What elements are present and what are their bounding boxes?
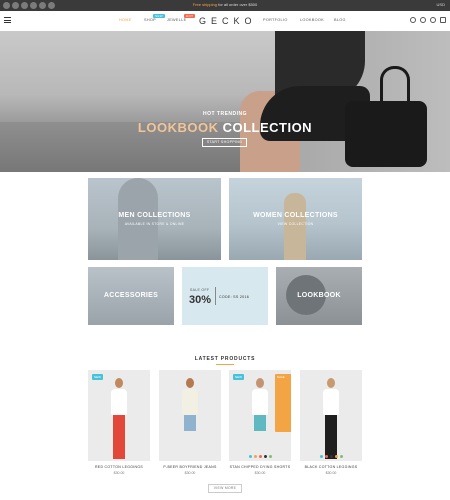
- color-swatch[interactable]: [258, 455, 262, 458]
- promo-text: Free shipping for all order over $500: [0, 2, 450, 7]
- product-name[interactable]: P-BEER BOYFRIEND JEANS: [159, 465, 221, 469]
- nav-portfolio-label: PORTFOLIO: [263, 18, 288, 22]
- product-card[interactable]: NEW SALE: [229, 370, 291, 461]
- color-swatch[interactable]: [334, 455, 338, 458]
- site-logo[interactable]: GECKO: [199, 16, 257, 26]
- nav-lookbook-label: LOOKBOOK: [300, 18, 324, 22]
- color-swatch[interactable]: [253, 455, 257, 458]
- accessories-title: ACCESSORIES: [103, 292, 159, 299]
- product-price: $30.00: [254, 471, 266, 475]
- header-icons: [410, 17, 446, 23]
- hero-title: LOOKBOOK COLLECTION: [0, 120, 450, 135]
- currency-selector[interactable]: USD: [437, 2, 445, 7]
- top-bar: Free shipping for all order over $500 US…: [0, 0, 450, 11]
- site-header: HOME SHOP NEW JEWELLE HOT GECKO PORTFOLIO …: [0, 11, 450, 31]
- women-collections-subtitle: VIEW COLLECTION: [277, 222, 314, 226]
- nav-shop[interactable]: SHOP NEW: [144, 14, 165, 22]
- promo-highlight: Free shipping: [192, 2, 217, 7]
- nav-blog-label: BLOG: [334, 18, 346, 22]
- product-card[interactable]: NEW: [88, 370, 150, 461]
- product-image: [108, 378, 130, 461]
- color-swatch[interactable]: [268, 455, 272, 458]
- nav-shop-label: SHOP: [144, 18, 156, 22]
- view-more-button[interactable]: VIEW MORE: [208, 484, 242, 493]
- hero-bag-strap: [380, 66, 410, 106]
- search-icon[interactable]: [410, 17, 416, 23]
- hot-badge: HOT: [184, 14, 196, 18]
- new-badge: NEW: [233, 374, 244, 380]
- lookbook-title: LOOKBOOK: [297, 292, 341, 299]
- product-image: [249, 378, 271, 461]
- cart-icon[interactable]: [440, 17, 446, 23]
- product-image: [179, 378, 201, 461]
- user-icon[interactable]: [420, 17, 426, 23]
- product-name[interactable]: BLACK COTTON LEGGINGS: [300, 465, 362, 469]
- latest-products-title: LATEST PRODUCTS: [194, 356, 256, 362]
- color-swatch[interactable]: [324, 455, 328, 458]
- color-swatch[interactable]: [263, 455, 267, 458]
- promo-suffix: for all order over $500: [217, 2, 258, 7]
- hero-banner: HOT TRENDING LOOKBOOK COLLECTION START S…: [0, 31, 450, 172]
- hero-title-rest: COLLECTION: [218, 120, 313, 135]
- accessories-tile[interactable]: ACCESSORIES: [88, 267, 174, 325]
- men-collections-tile[interactable]: MEN COLLECTIONS AVAILABLE IN STORE & ONL…: [88, 178, 221, 260]
- product-name[interactable]: RED COTTON LEGGINGS: [88, 465, 150, 469]
- sale-divider: [215, 287, 216, 305]
- product-name[interactable]: STAN CHIPPED DYING SHORTS: [229, 465, 291, 469]
- sale-percent: 30%: [189, 294, 212, 306]
- women-model-image: [284, 193, 306, 260]
- product-price: $30.00: [113, 471, 125, 475]
- women-collections-tile[interactable]: WOMEN COLLECTIONS VIEW COLLECTION: [229, 178, 362, 260]
- color-swatch[interactable]: [248, 455, 252, 458]
- nav-jewelle[interactable]: JEWELLE HOT: [167, 14, 196, 22]
- hero-subtitle: HOT TRENDING: [202, 111, 248, 117]
- hero-title-accent: LOOKBOOK: [137, 120, 219, 135]
- section-underline: [216, 364, 234, 365]
- nav-blog[interactable]: BLOG: [334, 18, 346, 22]
- sale-code: CODE: SS 2016: [219, 295, 250, 299]
- lookbook-tile[interactable]: LOOKBOOK: [276, 267, 362, 325]
- men-collections-title: MEN COLLECTIONS: [118, 212, 191, 219]
- menu-icon[interactable]: [4, 17, 11, 23]
- nav-lookbook[interactable]: LOOKBOOK: [300, 18, 324, 22]
- product-image: [320, 378, 342, 461]
- heart-icon[interactable]: [430, 17, 436, 23]
- product-price: $30.00: [325, 471, 337, 475]
- color-swatch[interactable]: [319, 455, 323, 458]
- sale-label: SALE OFF: [190, 288, 210, 292]
- nav-jewelle-label: JEWELLE: [167, 18, 187, 22]
- color-swatches: [300, 455, 362, 458]
- nav-home-label: HOME: [119, 18, 132, 22]
- new-badge: NEW: [92, 374, 103, 380]
- women-collections-title: WOMEN COLLECTIONS: [253, 212, 338, 219]
- sale-tile[interactable]: SALE OFF 30% CODE: SS 2016: [182, 267, 268, 325]
- start-shopping-button[interactable]: START SHOPPING: [202, 138, 247, 147]
- sale-badge: SALE: [275, 374, 291, 432]
- product-card[interactable]: [300, 370, 362, 461]
- men-model-image: [118, 178, 158, 260]
- nav-home[interactable]: HOME: [119, 18, 132, 22]
- product-price: $30.00: [184, 471, 196, 475]
- product-card[interactable]: [159, 370, 221, 461]
- color-swatch[interactable]: [329, 455, 333, 458]
- color-swatches: [229, 455, 291, 458]
- color-swatch[interactable]: [339, 455, 343, 458]
- nav-portfolio[interactable]: PORTFOLIO: [263, 18, 288, 22]
- new-badge: NEW: [153, 14, 165, 18]
- men-collections-subtitle: AVAILABLE IN STORE & ONLINE: [124, 222, 185, 226]
